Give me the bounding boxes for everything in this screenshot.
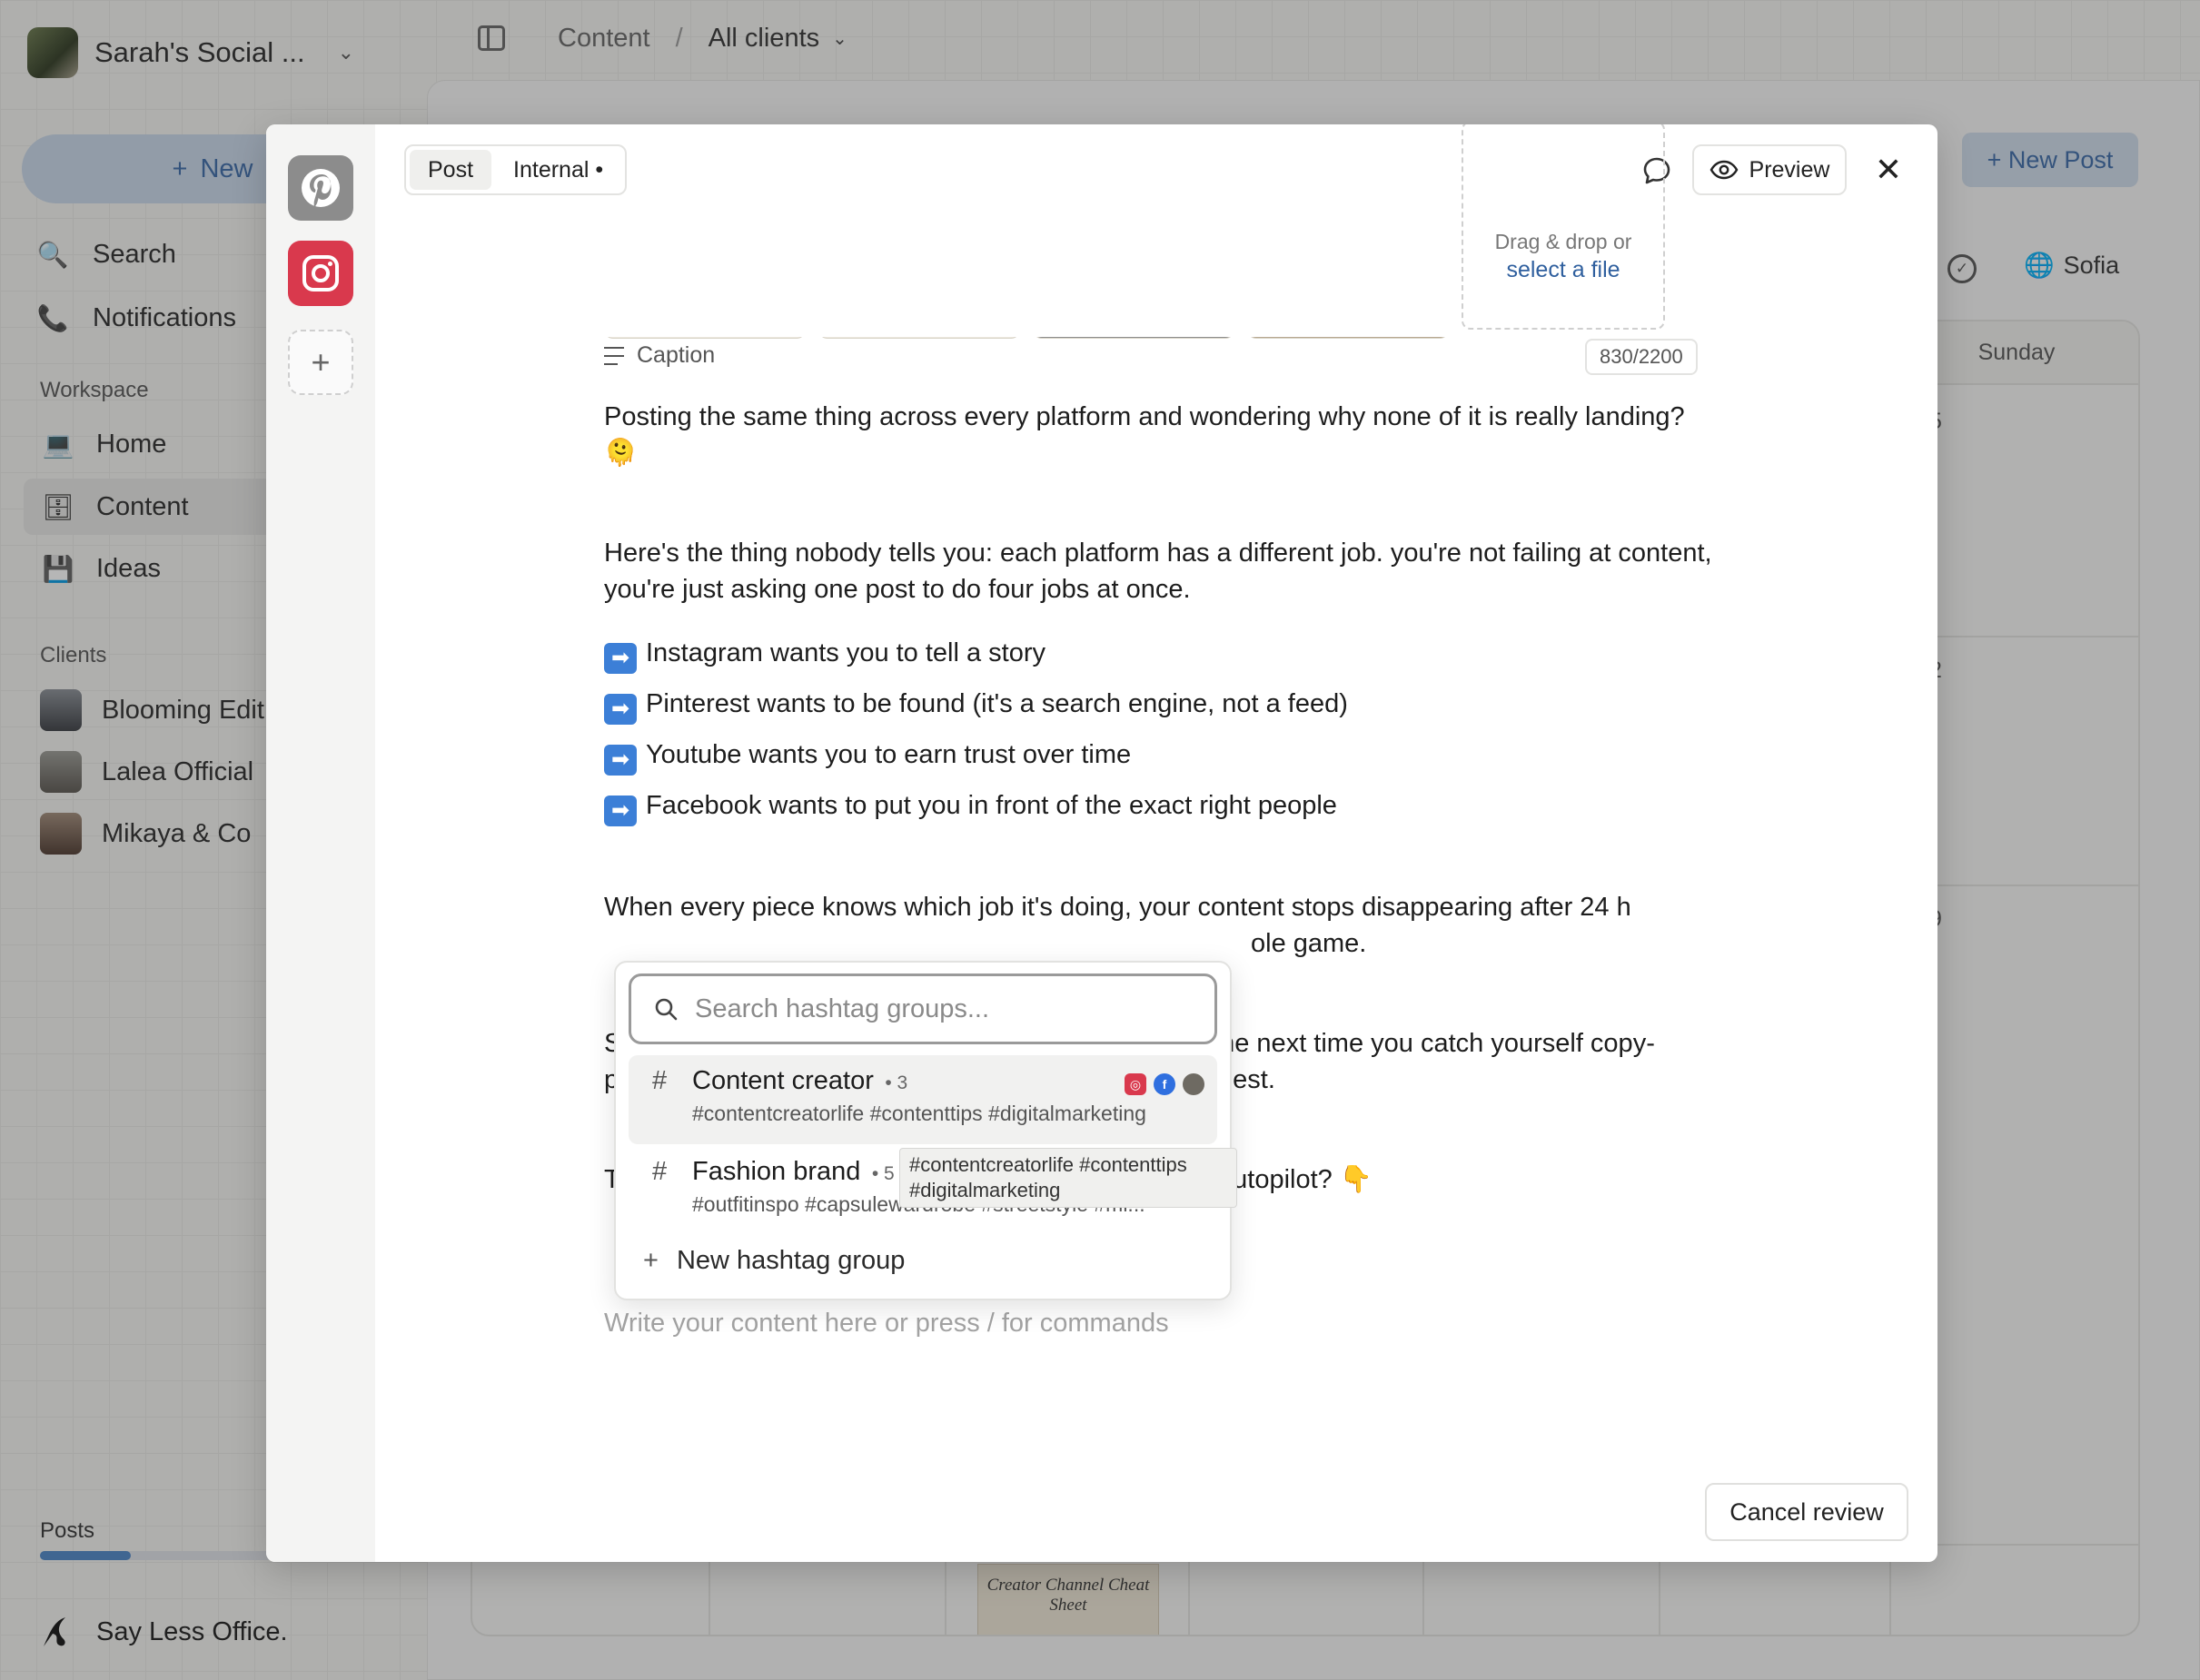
media-image [1266, 212, 1430, 294]
media-caption: YouTube · Facebook · Trust, authority & … [1041, 256, 1226, 274]
media-number: 4 [1255, 307, 1279, 331]
list-item-text: Pinterest wants to be found (it's a sear… [646, 689, 1348, 718]
media-thumbnail[interactable]: smarter, and scale with confidence. Link… [1247, 212, 1449, 339]
hashtag-group-platforms: ◎ f [1125, 1073, 1204, 1095]
list-item: ➡ Facebook wants to put you in front of t… [604, 787, 1712, 826]
media-image [837, 212, 1001, 294]
media-number: 3 [1041, 307, 1065, 331]
caption-title: Caption [637, 342, 716, 368]
instagram-platform-button[interactable] [288, 241, 353, 306]
list-item: ➡ Youtube wants you to earn trust over ti… [604, 736, 1712, 776]
tab-internal[interactable]: Internal • [495, 150, 621, 190]
drop-hint: Drag & drop or [1494, 230, 1632, 253]
caption-paragraph: Posting the same thing across every plat… [604, 402, 1692, 468]
caption-fragment: autopilot? 👇 [1218, 1165, 1373, 1194]
plus-icon: + [311, 343, 331, 380]
hashtag-group-dropdown: # Content creator • 3 #contentcreatorlif… [614, 961, 1232, 1300]
list-item-text: Youtube wants you to earn trust over tim… [646, 740, 1132, 769]
add-platform-button[interactable]: + [288, 330, 353, 395]
hashtag-group-name: Content creator [692, 1066, 874, 1095]
list-item-text: Facebook wants to put you in front of th… [646, 791, 1337, 820]
list-item-text: Instagram wants you to tell a story [646, 638, 1046, 667]
caption-fragment: ole game. [1251, 929, 1367, 958]
media-thumbnail[interactable]: to the platform that actually works · @r… [604, 212, 806, 339]
media-caption: @reallygreatsite [886, 301, 953, 311]
hash-icon: # [652, 1157, 668, 1186]
list-item: ➡ Instagram wants you to tell a story [604, 635, 1712, 674]
eye-icon [1709, 160, 1738, 180]
instagram-icon [302, 255, 339, 292]
caption-paragraph: When every piece knows which job it's do… [604, 893, 1631, 922]
file-drop-zone[interactable]: Drag & drop or select a file [1462, 124, 1665, 330]
hashtag-group-count: • 3 [885, 1072, 908, 1093]
media-number: 2 [827, 307, 850, 331]
new-hashtag-group-button[interactable]: + New hashtag group [643, 1246, 905, 1276]
facebook-icon: f [1154, 1073, 1175, 1095]
preview-label: Preview [1749, 156, 1830, 183]
cancel-review-button[interactable]: Cancel review [1705, 1483, 1908, 1541]
hashtag-group-content-creator[interactable]: # Content creator • 3 #contentcreatorlif… [629, 1055, 1217, 1144]
avatar [1183, 1073, 1204, 1095]
list-item: ➡ Pinterest wants to be found (it's a sea… [604, 686, 1712, 725]
pinterest-platform-button[interactable] [288, 155, 353, 221]
new-hashtag-group-label: New hashtag group [676, 1246, 906, 1275]
editor-placeholder[interactable]: Write your content here or press / for c… [604, 1309, 1169, 1339]
select-file-link[interactable]: select a file [1463, 257, 1663, 283]
media-image [1052, 212, 1215, 294]
media-caption: smarter, and scale with confidence. Link… [1262, 269, 1434, 287]
hashtag-search-input[interactable] [695, 993, 1204, 1024]
hashtag-group-tags: #contentcreatorlife #contenttips #digita… [692, 1102, 1146, 1125]
arrow-right-icon: ➡ [604, 643, 637, 674]
caption-fragment: the next time you catch yourself copy- [1213, 1029, 1655, 1058]
media-image [623, 212, 787, 294]
hash-icon: # [652, 1066, 668, 1095]
hashtag-group-name: Fashion brand [692, 1157, 861, 1186]
caption-paragraph: Here's the thing nobody tells you: each … [604, 539, 1719, 604]
post-editor-modal: + Post Internal • Preview ✕ to the platf… [266, 124, 1937, 1562]
close-icon[interactable]: ✕ [1870, 151, 1907, 188]
media-thumbnail[interactable]: @reallygreatsite 2 [818, 212, 1020, 339]
preview-button[interactable]: Preview [1692, 144, 1847, 195]
hashtag-search-field[interactable] [629, 973, 1217, 1044]
search-icon [655, 998, 678, 1021]
caption-fragment: best. [1218, 1065, 1275, 1094]
caption-label: Caption [604, 342, 715, 369]
instagram-icon: ◎ [1125, 1073, 1146, 1095]
plus-icon: + [643, 1246, 659, 1275]
pinterest-icon [302, 169, 340, 208]
tab-post[interactable]: Post [410, 150, 492, 190]
character-counter: 830/2200 [1585, 339, 1698, 375]
media-number: 1 [612, 307, 636, 331]
platform-rail: + [266, 124, 375, 1562]
hashtag-tooltip: #contentcreatorlife #contenttips #digita… [899, 1148, 1237, 1208]
media-thumbnail[interactable]: YouTube · Facebook · Trust, authority & … [1033, 212, 1234, 339]
arrow-right-icon: ➡ [604, 745, 637, 776]
post-type-toggle: Post Internal • [404, 144, 628, 195]
arrow-right-icon: ➡ [604, 694, 637, 725]
hashtag-group-count: • 5 [871, 1163, 895, 1184]
arrow-right-icon: ➡ [604, 796, 637, 826]
media-caption: to the platform that actually works · @r… [634, 301, 776, 321]
text-lines-icon [604, 346, 624, 365]
